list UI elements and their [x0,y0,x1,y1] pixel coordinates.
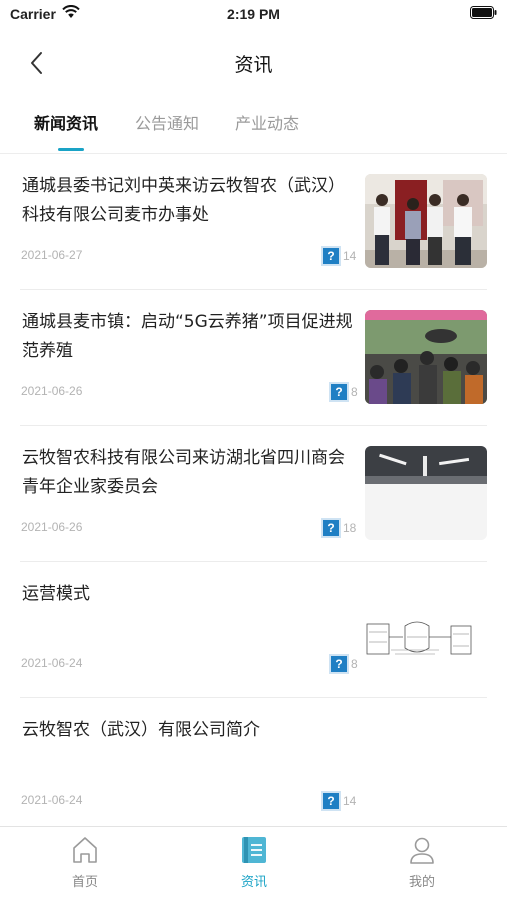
news-list: 通城县委书记刘中英来访云牧智农（武汉）科技有限公司麦市办事处 2021-06-2… [0,154,507,834]
news-thumbnail-photo[interactable] [365,310,487,404]
status-time: 2:19 PM [227,6,280,22]
view-count-text: 14 [343,249,357,263]
question-icon: ? [321,246,341,266]
tab-notices[interactable]: 公告通知 [135,110,199,134]
news-title: 运营模式 [22,584,90,604]
news-date: 2021-06-24 [21,793,83,807]
news-date: 2021-06-26 [21,520,83,534]
news-list-item[interactable]: 云牧智农科技有限公司来访湖北省四川商会青年企业家委员会 2021-06-26 ?… [20,426,487,562]
news-title: 云牧智农（武汉）有限公司简介 [22,720,260,740]
news-thumbnail-diagram[interactable] [365,582,487,676]
question-icon: ? [329,382,349,402]
question-icon: ? [321,791,341,811]
news-title: 云牧智农科技有限公司来访湖北省四川商会青年企业家委员会 [22,448,345,497]
tabbar-news-label: 资讯 [240,875,267,890]
bottom-tab-bar: 首页 资讯 我的 [0,826,507,900]
tabbar-profile-label: 我的 [408,875,435,890]
news-thumbnail-photo[interactable] [365,174,487,268]
news-icon [242,837,266,863]
news-title: 通城县麦市镇：启动“5G云养猪”项目促进规范养殖 [22,312,353,361]
view-count-text: 14 [343,794,357,808]
home-icon [73,837,97,863]
tabbar-profile[interactable]: 我的 [372,835,472,890]
news-list-item[interactable]: 运营模式 2021-06-24 ? 8 [20,562,487,698]
news-date: 2021-06-24 [21,656,83,670]
question-icon: ? [321,518,341,538]
news-date: 2021-06-26 [21,384,83,398]
battery-icon [470,6,497,19]
profile-icon [410,837,434,864]
view-count: ? 8 [329,382,358,402]
tabbar-home[interactable]: 首页 [35,835,135,890]
tab-news[interactable]: 新闻资讯 [34,110,98,134]
tab-industry[interactable]: 产业动态 [235,110,299,134]
news-list-item[interactable]: 通城县麦市镇：启动“5G云养猪”项目促进规范养殖 2021-06-26 ? 8 [20,290,487,426]
navigation-bar: 资讯 [0,38,507,88]
question-icon: ? [329,654,349,674]
page-title: 资讯 [234,54,273,76]
view-count: ? 14 [321,246,356,266]
news-date: 2021-06-27 [21,248,83,262]
view-count-text: 8 [351,385,358,399]
view-count: ? 18 [321,518,356,538]
news-list-item[interactable]: 云牧智农（武汉）有限公司简介 2021-06-24 ? 14 [20,698,487,834]
view-count: ? 8 [329,654,358,674]
tabbar-home-label: 首页 [71,875,98,890]
view-count: ? 14 [321,791,356,811]
news-title: 通城县委书记刘中英来访云牧智农（武汉）科技有限公司麦市办事处 [22,176,345,225]
news-list-item[interactable]: 通城县委书记刘中英来访云牧智农（武汉）科技有限公司麦市办事处 2021-06-2… [20,154,487,290]
news-thumbnail-photo[interactable] [365,446,487,540]
tabbar-news[interactable]: 资讯 [204,835,304,890]
view-count-text: 18 [343,521,357,535]
status-bar: Carrier 2:19 PM [0,0,507,30]
view-count-text: 8 [351,657,358,671]
active-tab-indicator [58,148,84,151]
category-tabs: 新闻资讯 公告通知 产业动态 [0,104,507,154]
